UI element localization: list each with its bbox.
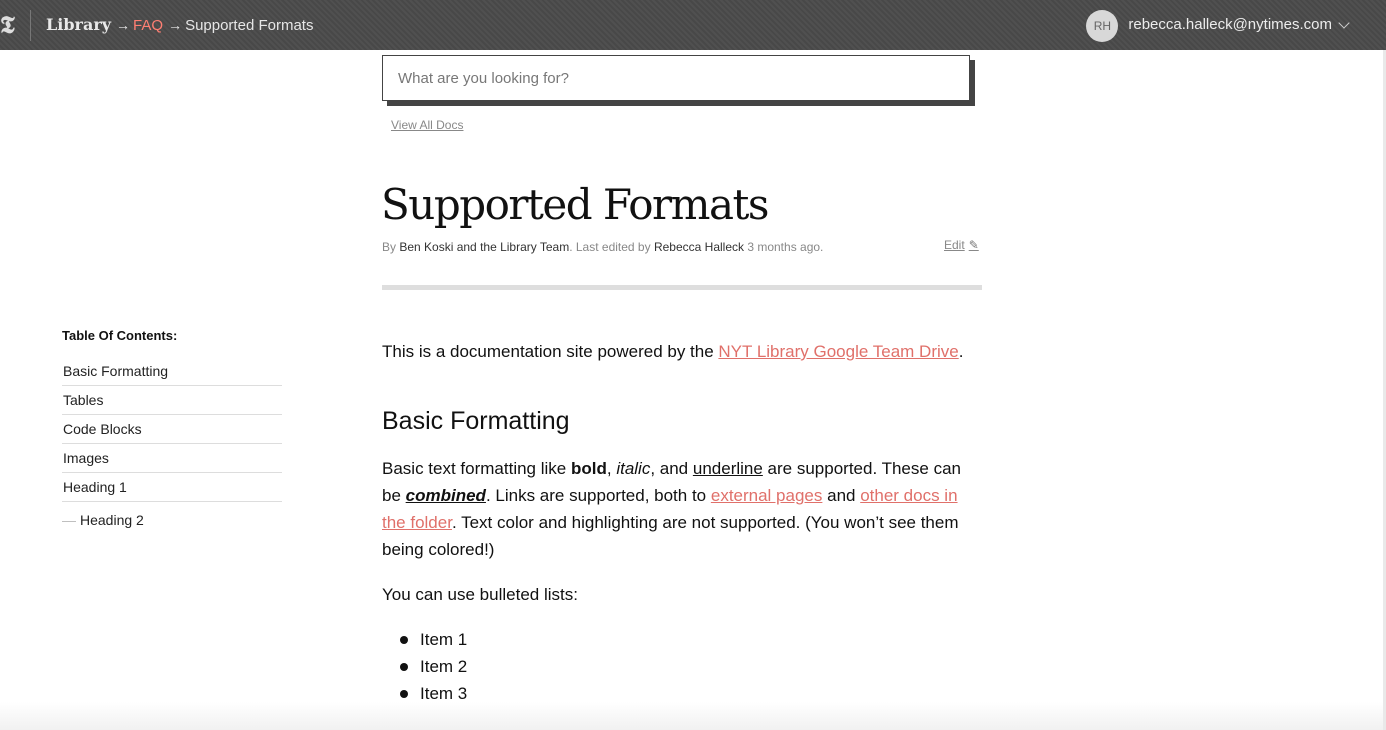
bold-text: bold: [570, 459, 607, 478]
byline-edited-prefix: . Last edited by: [569, 240, 654, 254]
list-item: Item 1: [400, 626, 982, 653]
italic-text: italic: [616, 459, 651, 478]
breadcrumb-library-link[interactable]: Library: [46, 15, 111, 34]
pencil-icon[interactable]: ✎: [969, 238, 979, 252]
text: . Text color and highlighting are not su…: [382, 513, 959, 559]
toc-item-heading-2[interactable]: — Heading 2: [62, 506, 282, 534]
breadcrumb-arrow-icon: →: [168, 17, 183, 33]
breadcrumb-arrow-icon: →: [116, 17, 131, 33]
bulleted-list: Item 1 Item 2 Item 3: [382, 626, 982, 707]
breadcrumb-faq-link[interactable]: FAQ: [133, 17, 163, 34]
nyt-logo-icon[interactable]: 𝕿: [0, 10, 18, 40]
byline-authors: Ben Koski and the Library Team: [399, 240, 570, 254]
intro-paragraph: This is a documentation site powered by …: [382, 338, 982, 365]
text: , and: [650, 459, 693, 478]
bottom-fade: [0, 702, 1386, 730]
avatar[interactable]: RH: [1086, 10, 1119, 42]
toc-list: Basic Formatting Tables Code Blocks Imag…: [62, 357, 282, 534]
lists-paragraph: You can use bulleted lists:: [382, 585, 578, 604]
document-body: This is a documentation site powered by …: [382, 338, 982, 707]
toc-heading: Table Of Contents:: [62, 328, 178, 343]
header-divider: [30, 10, 31, 41]
breadcrumb: Library → FAQ → Supported Formats: [46, 14, 313, 37]
byline-when: 3 months ago.: [744, 240, 824, 254]
byline-by: By: [382, 240, 400, 254]
toc-sub-dash: —: [62, 512, 76, 528]
underline-text: underline: [692, 459, 763, 478]
section-heading-basic-formatting: Basic Formatting: [382, 407, 570, 435]
edit-link[interactable]: Edit ✎: [944, 238, 979, 252]
byline-editor: Rebecca Halleck: [653, 240, 744, 254]
team-drive-link[interactable]: NYT Library Google Team Drive: [718, 342, 958, 361]
intro-suffix: .: [958, 342, 964, 361]
user-menu[interactable]: RH rebecca.halleck@nytimes.com: [1086, 10, 1350, 42]
table-of-contents: Table Of Contents: Basic Formatting Tabl…: [62, 328, 282, 534]
combined-text: combined: [405, 486, 486, 505]
formatting-paragraph: Basic text formatting like bold, italic,…: [382, 455, 982, 563]
text: . Links are supported, both to: [485, 486, 711, 505]
toc-sub-label[interactable]: Heading 2: [80, 512, 144, 528]
chevron-down-icon[interactable]: [1338, 16, 1350, 29]
toc-item-tables[interactable]: Tables: [62, 386, 282, 415]
search-input[interactable]: [382, 55, 970, 101]
list-item: Item 2: [400, 653, 982, 680]
title-divider: [382, 285, 982, 290]
view-all-docs-link[interactable]: View All Docs: [391, 118, 463, 132]
toc-item-basic-formatting[interactable]: Basic Formatting: [62, 357, 282, 386]
text: ,: [606, 459, 617, 478]
external-pages-link[interactable]: external pages: [711, 486, 823, 505]
byline: By Ben Koski and the Library Team. Last …: [382, 240, 823, 254]
text: Basic text formatting like: [382, 459, 571, 478]
breadcrumb-current: Supported Formats: [185, 17, 314, 34]
intro-text: This is a documentation site powered by …: [382, 342, 719, 361]
user-email[interactable]: rebecca.halleck@nytimes.com: [1128, 16, 1332, 33]
page-title: Supported Formats: [381, 180, 769, 229]
toc-item-code-blocks[interactable]: Code Blocks: [62, 415, 282, 444]
text: and: [822, 486, 861, 505]
edit-label[interactable]: Edit: [944, 238, 965, 252]
top-bar: 𝕿 Library → FAQ → Supported Formats RH rebec…: [0, 0, 1386, 50]
search-box: [382, 55, 975, 106]
toc-item-heading-1[interactable]: Heading 1: [62, 473, 282, 502]
toc-item-images[interactable]: Images: [62, 444, 282, 473]
